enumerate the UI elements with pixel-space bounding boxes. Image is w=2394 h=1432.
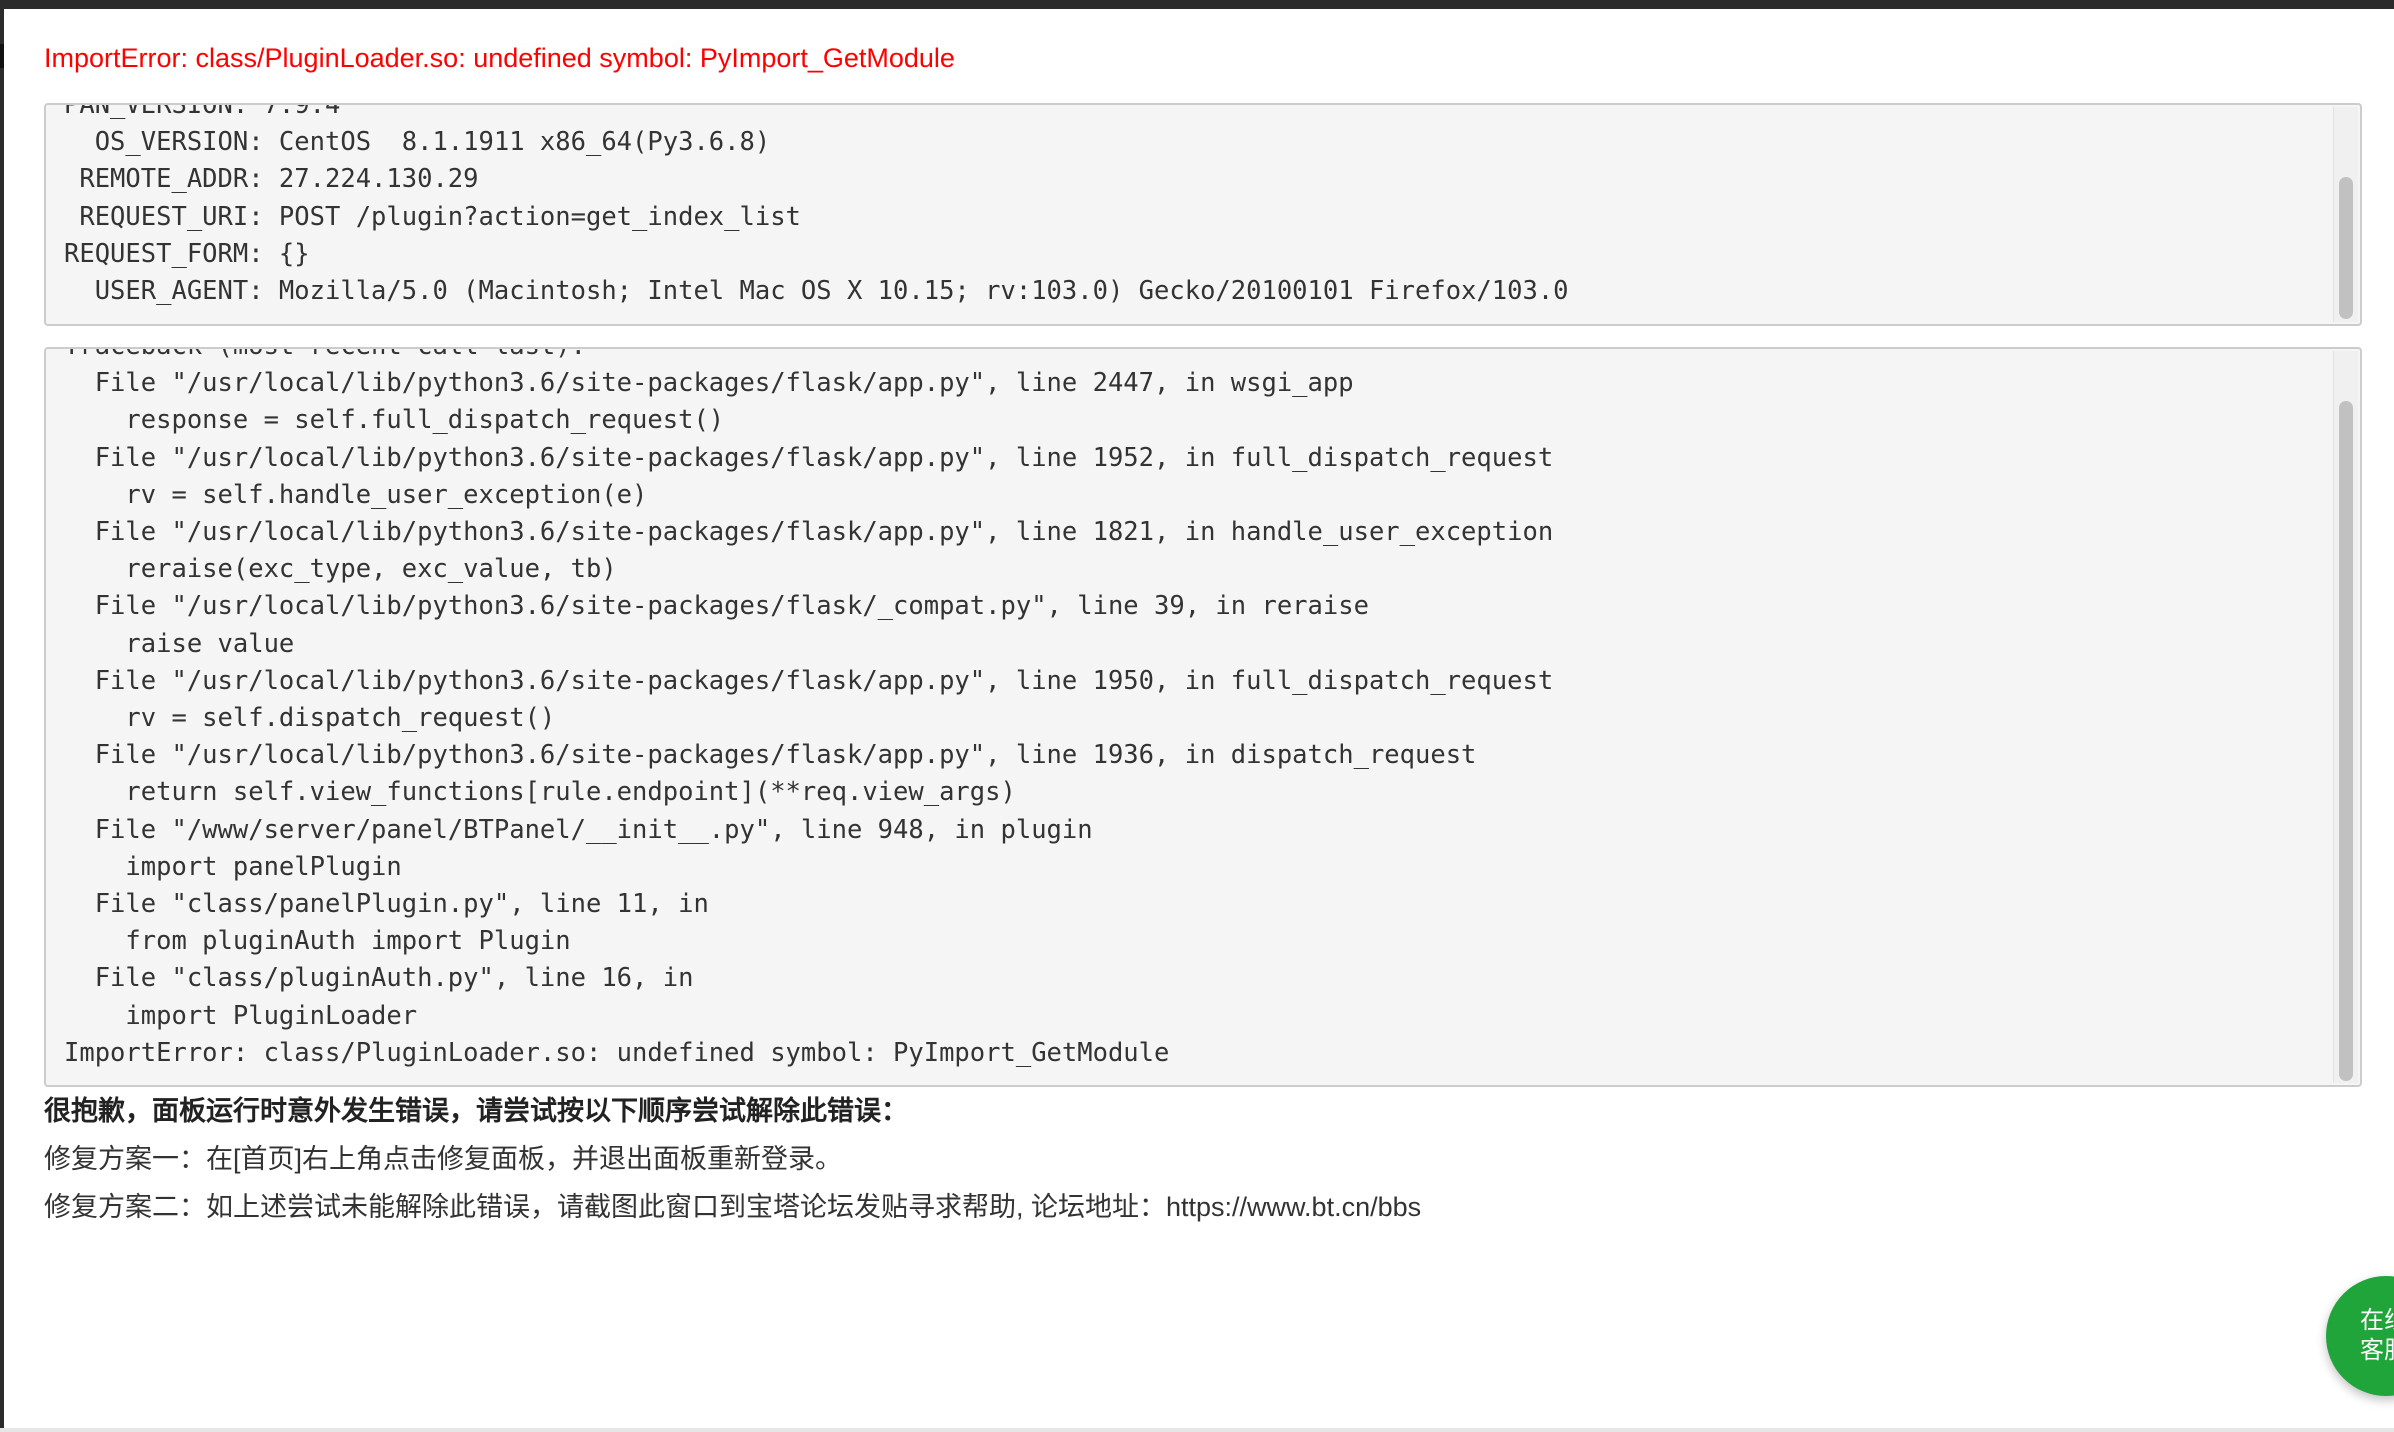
help-heading: 很抱歉，面板运行时意外发生错误，请尝试按以下顺序尝试解除此错误： (44, 1096, 908, 1126)
online-support-label-2: 客服 (2360, 1337, 2394, 1364)
environment-info-box[interactable]: PAN_VERSION: 7.9.4 OS_VERSION: CentOS 8.… (44, 103, 2362, 326)
traceback-scrollbar[interactable] (2333, 351, 2358, 1083)
traceback-box[interactable]: Traceback (most recent call last): File … (44, 347, 2362, 1087)
environment-info-text: PAN_VERSION: 7.9.4 OS_VERSION: CentOS 8.… (64, 103, 1569, 307)
environment-scrollbar[interactable] (2333, 107, 2358, 322)
window-bottom-edge (0, 1428, 2394, 1432)
online-support-button[interactable]: 在线 客服 (2326, 1276, 2394, 1396)
window-left-notch (0, 44, 4, 68)
traceback-text: Traceback (most recent call last): File … (64, 349, 1554, 1068)
window-left-edge (0, 0, 4, 1432)
environment-scrollbar-thumb[interactable] (2339, 177, 2353, 319)
online-support-label-1: 在线 (2360, 1307, 2394, 1334)
fix-option-2: 修复方案二：如上述尝试未能解除此错误，请截图此窗口到宝塔论坛发贴寻求帮助, 论坛… (44, 1192, 1422, 1222)
window-top-edge (0, 0, 2394, 9)
fix-option-1: 修复方案一：在[首页]右上角点击修复面板，并退出面板重新登录。 (44, 1144, 843, 1174)
traceback-scrollbar-thumb[interactable] (2339, 401, 2353, 1081)
error-title: ImportError: class/PluginLoader.so: unde… (44, 43, 955, 73)
